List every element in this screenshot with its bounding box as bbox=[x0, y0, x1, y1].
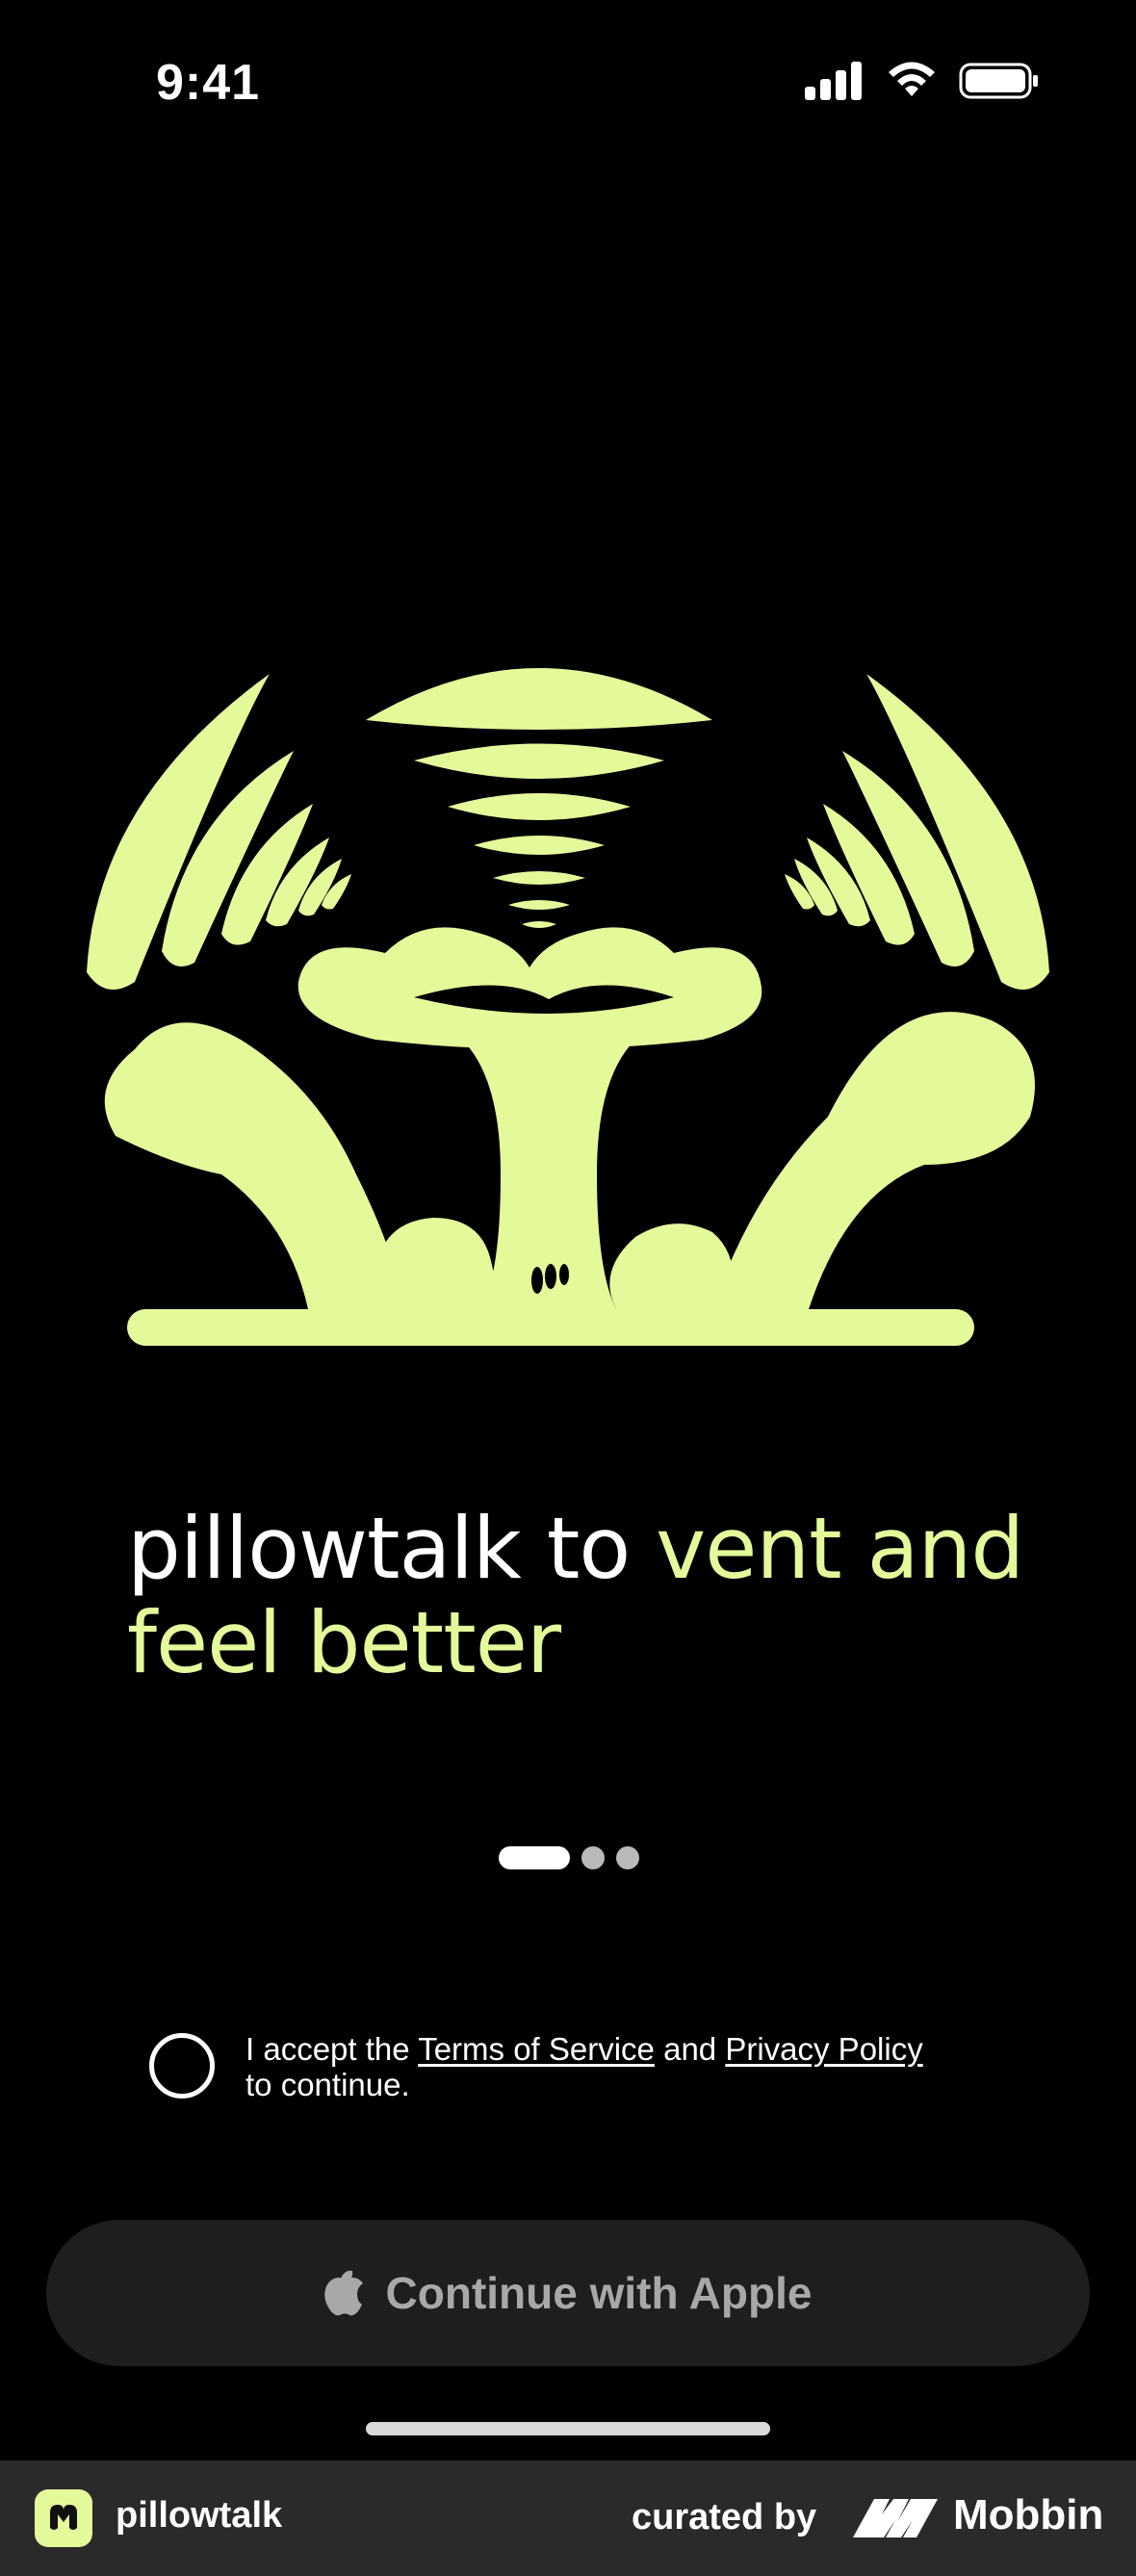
footer-app-name: pillowtalk bbox=[116, 2495, 283, 2536]
page-dot[interactable] bbox=[581, 1846, 605, 1869]
privacy-policy-link[interactable]: Privacy Policy bbox=[725, 2031, 922, 2067]
mobbin-brand-name: Mobbin bbox=[953, 2491, 1104, 2538]
page-indicator bbox=[499, 1846, 639, 1869]
consent-text: I accept the Terms of Service and Privac… bbox=[245, 2031, 1035, 2102]
mobbin-logo-icon bbox=[853, 2499, 938, 2537]
apple-logo-icon bbox=[323, 2270, 363, 2316]
status-bar: 9:41 bbox=[0, 0, 1136, 164]
headline-white-part: pillowtalk to bbox=[127, 1499, 657, 1598]
page-dot-active[interactable] bbox=[499, 1846, 570, 1869]
page-dot[interactable] bbox=[616, 1846, 639, 1869]
face-speaking-illustration bbox=[87, 668, 1049, 1346]
apple-button-label: Continue with Apple bbox=[385, 2268, 813, 2318]
attribution-footer: pillowtalk curated by Mobbin bbox=[0, 2460, 1136, 2576]
consent-prefix: I accept the bbox=[245, 2031, 419, 2067]
app-logo-icon bbox=[50, 2505, 77, 2530]
onboarding-headline: pillowtalk to vent and feel better bbox=[127, 1502, 1032, 1690]
consent-suffix: to continue. bbox=[245, 2067, 410, 2102]
wifi-icon bbox=[889, 62, 935, 96]
cellular-signal-icon bbox=[805, 62, 862, 100]
home-indicator bbox=[366, 2422, 770, 2435]
status-time: 9:41 bbox=[156, 55, 261, 111]
curated-by-text: curated by bbox=[632, 2497, 817, 2537]
app-icon bbox=[35, 2489, 92, 2547]
continue-with-apple-button[interactable]: Continue with Apple bbox=[46, 2220, 1090, 2366]
battery-icon bbox=[959, 63, 1038, 99]
terms-of-service-link[interactable]: Terms of Service bbox=[418, 2031, 655, 2067]
status-icons bbox=[805, 62, 1040, 100]
consent-checkbox[interactable] bbox=[149, 2033, 215, 2099]
consent-middle: and bbox=[654, 2031, 726, 2067]
terms-consent: I accept the Terms of Service and Privac… bbox=[149, 2031, 1016, 2108]
